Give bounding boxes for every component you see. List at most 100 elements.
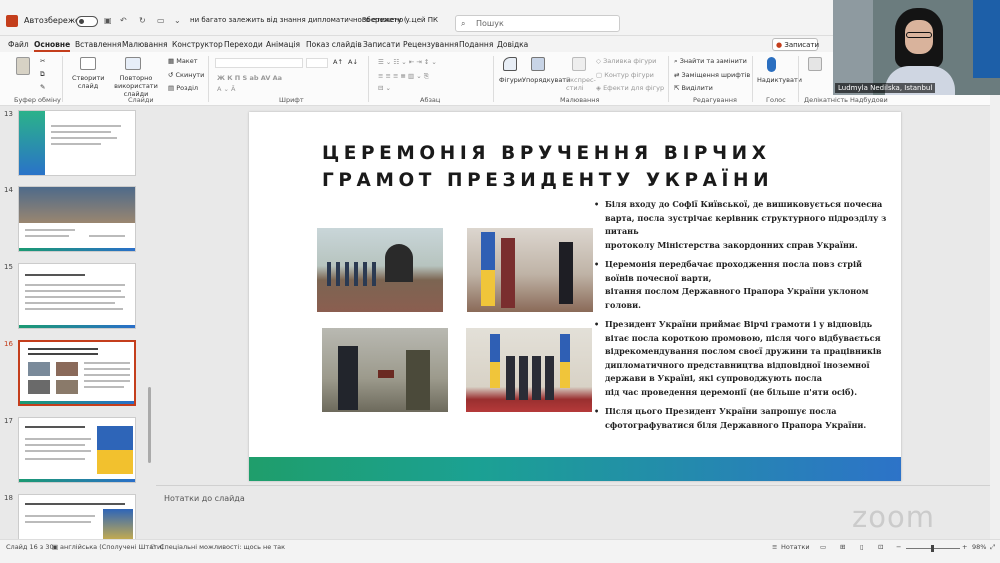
format-painter-icon[interactable]: ✎ xyxy=(40,83,45,91)
slide-sorter-icon[interactable]: ⊞ xyxy=(840,543,845,551)
photo-flag-salute[interactable] xyxy=(467,228,593,312)
undo-icon[interactable]: ↶ xyxy=(120,16,127,25)
spellcheck-icon[interactable]: ▣ xyxy=(52,543,58,551)
bullet-list[interactable]: Біля входу до Софії Київської, де вишико… xyxy=(592,198,892,438)
copy-icon[interactable]: ⧉ xyxy=(40,70,45,79)
quick-styles-icon[interactable] xyxy=(572,57,586,71)
tab-animations[interactable]: Анімація xyxy=(266,40,300,49)
zoom-watermark: zoom xyxy=(852,500,935,534)
select-button[interactable]: ⇱ Виділити xyxy=(674,84,713,92)
dictate-button[interactable]: Надиктувати xyxy=(757,76,802,84)
bullets-icon[interactable]: ☰ ⌄ ☷ ⌄ ⇤ ⇥ ↕ ⌄ xyxy=(378,58,437,66)
tab-slideshow[interactable]: Показ слайдів xyxy=(306,40,362,49)
slide-thumbnail-15[interactable] xyxy=(18,263,136,329)
bold-icon[interactable]: Ж К П S ab AV Aa xyxy=(217,74,282,82)
slide-thumbnail-16[interactable] xyxy=(18,340,136,406)
font-name-select[interactable] xyxy=(215,58,303,68)
tab-help[interactable]: Довідка xyxy=(497,40,528,49)
search-input[interactable]: ⌕ Пошук xyxy=(455,15,620,32)
reading-view-icon[interactable]: ▯ xyxy=(860,543,864,551)
slide-thumbnail-18[interactable] xyxy=(18,494,136,539)
tab-transitions[interactable]: Переходи xyxy=(224,40,263,49)
font-size-select[interactable] xyxy=(306,58,328,68)
slide-canvas[interactable]: ЦЕРЕМОНІЯ ВРУЧЕННЯ ВІРЧИХ ГРАМОТ ПРЕЗИДЕ… xyxy=(249,112,901,481)
tab-file[interactable]: Файл xyxy=(8,40,29,49)
fit-slide-icon[interactable]: ⤢ xyxy=(990,543,995,552)
section-button[interactable]: ▤ Розділ xyxy=(168,84,198,92)
align-icons[interactable]: ≡ ≡ ≡ ≣ ▥ ⌄ ⎘ xyxy=(378,72,429,81)
shapes-icon[interactable] xyxy=(503,57,517,71)
increase-font-icon[interactable]: A↑ xyxy=(333,58,343,66)
microphone-icon[interactable] xyxy=(767,57,776,72)
paste-icon[interactable] xyxy=(16,57,30,75)
tab-draw[interactable]: Малювання xyxy=(122,40,168,49)
notes-button[interactable]: Нотатки xyxy=(781,543,810,551)
new-slide-button[interactable]: Створити слайд xyxy=(72,74,105,90)
status-bar: Слайд 16 з 30 ▣ англійська (Сполучені Шт… xyxy=(0,539,1000,563)
photo-group-with-flags[interactable] xyxy=(466,328,592,412)
divider xyxy=(62,56,63,102)
record-button[interactable]: ● Записати xyxy=(772,38,819,51)
zoom-in-icon[interactable]: + xyxy=(962,543,967,551)
reuse-slides-icon[interactable] xyxy=(125,57,141,70)
font-color-icon[interactable]: A ⌄ Ā xyxy=(217,85,235,93)
photo-honor-guard-gate[interactable] xyxy=(317,228,443,312)
bullet-text: вітання послом Державного Прапора Україн… xyxy=(605,286,869,310)
start-slideshow-icon[interactable]: ▭ xyxy=(157,16,165,25)
shapes-button[interactable]: Фігури xyxy=(499,76,522,84)
divider xyxy=(668,56,669,102)
slide-thumbnail-17[interactable] xyxy=(18,417,136,483)
slide-title[interactable]: ЦЕРЕМОНІЯ ВРУЧЕННЯ ВІРЧИХ ГРАМОТ ПРЕЗИДЕ… xyxy=(322,140,792,194)
photo-credentials-handover[interactable] xyxy=(322,328,448,412)
quick-access-chevron-icon[interactable]: ⌄ xyxy=(174,16,181,25)
divider xyxy=(208,56,209,102)
accessibility-status[interactable]: Спеціальні можливості: щось не так xyxy=(160,543,285,551)
save-icon[interactable]: ▣ xyxy=(104,16,112,25)
slide-thumbnail-13[interactable] xyxy=(18,110,136,176)
thumbnail-text xyxy=(84,374,130,376)
language-indicator[interactable]: англійська (Сполучені Штати) xyxy=(60,543,164,551)
layout-button[interactable]: ▦ Макет xyxy=(168,57,198,65)
quick-styles-button[interactable]: Експрес-стилі xyxy=(566,76,596,92)
thumbnail-text xyxy=(89,235,125,237)
tab-review[interactable]: Рецензування xyxy=(403,40,459,49)
smartart-icon[interactable]: ⊟ ⌄ xyxy=(378,84,391,92)
bullet-text: Біля входу до Софії Київської, де вишико… xyxy=(605,199,887,236)
new-slide-icon[interactable] xyxy=(80,57,96,70)
tab-record[interactable]: Записати xyxy=(363,40,400,49)
arrange-icon[interactable] xyxy=(531,57,545,71)
slide-thumbnail-14[interactable] xyxy=(18,186,136,252)
reset-button[interactable]: ↺ Скинути xyxy=(168,71,204,79)
bullet-text: Президент України приймає Вірчі грамоти … xyxy=(605,319,882,383)
thumbnail-accent-bar xyxy=(20,401,134,404)
slideshow-view-icon[interactable]: ⊡ xyxy=(878,543,883,551)
zoom-slider-thumb[interactable] xyxy=(931,545,934,552)
thumbnail-number: 14 xyxy=(4,186,13,194)
redo-icon[interactable]: ↻ xyxy=(139,16,146,25)
tab-design[interactable]: Конструктор xyxy=(172,40,223,49)
replace-fonts-button[interactable]: ⇄ Заміщення шрифтів xyxy=(674,71,750,79)
slide-counter: Слайд 16 з 30 xyxy=(6,543,54,551)
arrange-button[interactable]: Упорядкувати xyxy=(522,76,570,84)
tab-view[interactable]: Подання xyxy=(459,40,493,49)
zoom-out-icon[interactable]: − xyxy=(896,543,901,551)
decrease-font-icon[interactable]: A↓ xyxy=(348,58,358,66)
thumbnail-scrollbar[interactable] xyxy=(148,387,151,463)
shape-effects-button[interactable]: ◈ Ефекти для фігур xyxy=(596,84,664,92)
zoom-slider[interactable] xyxy=(906,545,960,552)
shape-fill-button[interactable]: ◇ Заливка фігури xyxy=(596,57,656,65)
right-scrollbar[interactable] xyxy=(990,95,1000,539)
accessibility-icon[interactable] xyxy=(808,57,822,71)
tab-home[interactable]: Основне xyxy=(34,40,71,52)
autosave-toggle[interactable] xyxy=(76,16,98,27)
find-button[interactable]: ⌕ Знайти та замінити xyxy=(674,57,747,66)
reuse-slides-button[interactable]: Повторно використати слайди xyxy=(110,74,162,98)
zoom-percent[interactable]: 98% xyxy=(972,543,986,551)
save-status[interactable]: Збережено у цей ПК xyxy=(362,16,438,24)
reset-label: Скинути xyxy=(175,71,205,79)
group-clipboard: Буфер обміну xyxy=(14,96,61,104)
tab-insert[interactable]: Вставлення xyxy=(75,40,121,49)
shape-outline-button[interactable]: ▢ Контур фігури xyxy=(596,71,654,79)
normal-view-icon[interactable]: ▭ xyxy=(820,543,826,551)
cut-icon[interactable]: ✂ xyxy=(40,57,45,65)
